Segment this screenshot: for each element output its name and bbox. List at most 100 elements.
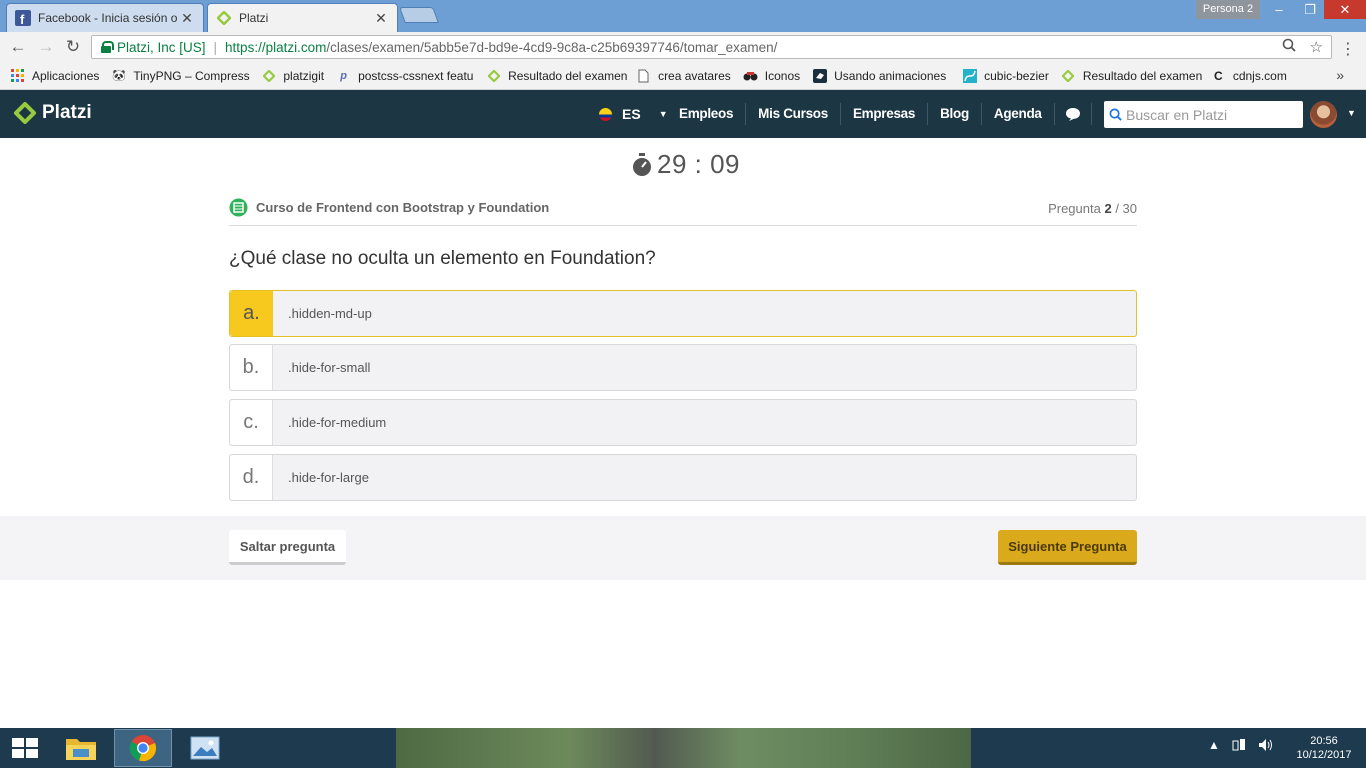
answer-option-a[interactable]: a. .hidden-md-up	[229, 290, 1137, 337]
bookmark-label: Iconos	[764, 68, 801, 83]
battery-icon[interactable]	[1232, 738, 1246, 755]
bookmark-item[interactable]: 🐼 TinyPNG – Compress	[105, 62, 255, 90]
bird-icon	[812, 68, 827, 83]
question-label: Pregunta	[1048, 201, 1101, 216]
skip-question-button[interactable]: Saltar pregunta	[229, 530, 346, 565]
bookmark-star-icon[interactable]: ☆	[1310, 38, 1323, 56]
platzi-favicon	[486, 68, 501, 83]
nav-empleos[interactable]: Empleos	[667, 103, 747, 125]
zoom-icon[interactable]	[1282, 38, 1296, 56]
nav-blog[interactable]: Blog	[928, 103, 982, 125]
browser-menu-icon[interactable]: ⋮	[1340, 39, 1356, 59]
chrome-icon[interactable]	[114, 729, 172, 767]
answer-letter: b.	[230, 345, 273, 390]
answer-text: .hide-for-large	[288, 470, 369, 485]
forward-arrow-icon[interactable]: →	[36, 37, 56, 57]
close-window-button[interactable]: ✕	[1324, 0, 1366, 19]
chat-bubble-icon[interactable]	[1055, 103, 1092, 125]
question-text: ¿Qué clase no oculta un elemento en Foun…	[229, 248, 656, 269]
search-placeholder: Buscar en Platzi	[1126, 106, 1228, 123]
cdnjs-icon: C	[1213, 68, 1223, 83]
logo-text: Platzi	[42, 102, 92, 123]
url-separator: |	[213, 39, 218, 55]
close-tab-icon[interactable]: ✕	[373, 10, 389, 27]
volume-icon[interactable]	[1258, 738, 1274, 755]
avatar[interactable]	[1310, 101, 1337, 128]
back-arrow-icon[interactable]: ←	[8, 37, 28, 57]
bookmark-item[interactable]: cubic-bezier	[956, 62, 1055, 90]
exam-footer: Saltar pregunta Siguiente Pregunta	[0, 516, 1366, 580]
bookmark-item[interactable]: Iconos	[737, 62, 806, 90]
next-question-button[interactable]: Siguiente Pregunta	[998, 530, 1137, 565]
platzi-logo[interactable]: Platzi	[14, 102, 92, 124]
colombia-flag-icon	[599, 107, 612, 121]
reload-icon[interactable]: ↻	[63, 37, 83, 57]
answer-letter: d.	[230, 455, 273, 500]
bookmarks-bar: Aplicaciones 🐼 TinyPNG – Compress platzi…	[0, 62, 1366, 90]
course-title: Curso de Frontend con Bootstrap y Founda…	[256, 200, 550, 215]
bookmark-item[interactable]: Usando animaciones	[806, 62, 956, 90]
question-counter: Pregunta 2 / 30	[1048, 201, 1137, 216]
url-host: https://platzi.com	[225, 39, 327, 55]
site-identity[interactable]: Platzi, Inc [US]	[117, 40, 206, 55]
system-tray: ▲	[1208, 738, 1274, 755]
answer-option-d[interactable]: d. .hide-for-large	[229, 454, 1137, 501]
file-explorer-icon[interactable]	[52, 729, 110, 767]
main-nav: Empleos Mis Cursos Empresas Blog Agenda	[667, 90, 1126, 138]
platzi-header: Platzi ES ▼ Empleos Mis Cursos Empresas …	[0, 90, 1366, 138]
bookmark-item[interactable]: Aplicaciones	[0, 62, 105, 90]
bookmark-label: Aplicaciones	[32, 68, 100, 83]
platzi-favicon	[216, 10, 232, 26]
answer-text: .hide-for-medium	[288, 415, 387, 430]
profile-button[interactable]: Persona 2	[1196, 0, 1260, 19]
more-bookmarks-icon[interactable]: »	[1336, 67, 1344, 83]
bookmark-item[interactable]: Resultado del examen	[1055, 62, 1205, 90]
new-tab-button[interactable]	[399, 7, 439, 23]
bookmark-item[interactable]: p postcss-cssnext featu	[330, 62, 480, 90]
language-selector[interactable]: ES ▼	[599, 90, 668, 138]
maximize-button[interactable]: ❐	[1296, 0, 1324, 19]
exam-timer: 29 : 09	[631, 149, 740, 180]
platzi-logo-icon	[14, 102, 36, 124]
language-label: ES	[622, 106, 641, 122]
apps-grid-icon	[10, 68, 25, 83]
nav-empresas[interactable]: Empresas	[841, 103, 929, 125]
chevron-down-icon[interactable]: ▼	[1347, 108, 1356, 118]
bookmark-label: crea avatares	[658, 68, 731, 83]
tab-facebook[interactable]: f Facebook - Inicia sesión o regístrate …	[6, 3, 204, 32]
bookmark-item[interactable]: C cdnjs.com	[1205, 62, 1293, 90]
system-clock[interactable]: 20:56 10/12/2017	[1286, 734, 1362, 762]
binoculars-icon	[743, 68, 758, 83]
url-bar[interactable]: Platzi, Inc [US] | https://platzi.com /c…	[91, 35, 1332, 59]
photos-app-icon[interactable]	[176, 729, 234, 767]
bookmark-label: Usando animaciones	[834, 68, 947, 83]
bookmark-label: cubic-bezier	[984, 68, 1049, 83]
bookmark-item[interactable]: Resultado del examen	[480, 62, 630, 90]
answer-letter: c.	[230, 400, 273, 445]
clock-date: 10/12/2017	[1296, 749, 1352, 761]
search-input[interactable]: Buscar en Platzi	[1104, 101, 1303, 128]
answer-option-c[interactable]: c. .hide-for-medium	[229, 399, 1137, 446]
nav-agenda[interactable]: Agenda	[982, 103, 1055, 125]
minimize-button[interactable]: –	[1262, 0, 1296, 19]
course-bar: Curso de Frontend con Bootstrap y Founda…	[229, 196, 1137, 226]
answer-text: .hide-for-small	[288, 360, 371, 375]
tab-title: Facebook - Inicia sesión o regístrate	[38, 11, 179, 25]
bookmark-item[interactable]: crea avatares	[630, 62, 737, 90]
address-bar-row: ← → ↻ Platzi, Inc [US] | https://platzi.…	[0, 32, 1366, 62]
bookmark-item[interactable]: platzigit	[255, 62, 330, 90]
platzi-favicon	[1061, 68, 1076, 83]
curve-icon	[962, 68, 977, 83]
windows-start-icon[interactable]	[12, 738, 38, 758]
search-icon	[1104, 108, 1126, 121]
postcss-icon: p	[340, 69, 347, 82]
question-total: / 30	[1111, 201, 1137, 216]
tab-platzi[interactable]: Platzi ✕	[207, 3, 398, 32]
course-info: Curso de Frontend con Bootstrap y Founda…	[229, 198, 549, 217]
chevron-up-icon[interactable]: ▲	[1208, 738, 1220, 755]
answer-option-b[interactable]: b. .hide-for-small	[229, 344, 1137, 391]
nav-mis-cursos[interactable]: Mis Cursos	[746, 103, 841, 125]
bookmark-label: platzigit	[283, 68, 325, 83]
close-tab-icon[interactable]: ✕	[179, 10, 195, 27]
bookmark-label: Resultado del examen	[508, 68, 628, 83]
